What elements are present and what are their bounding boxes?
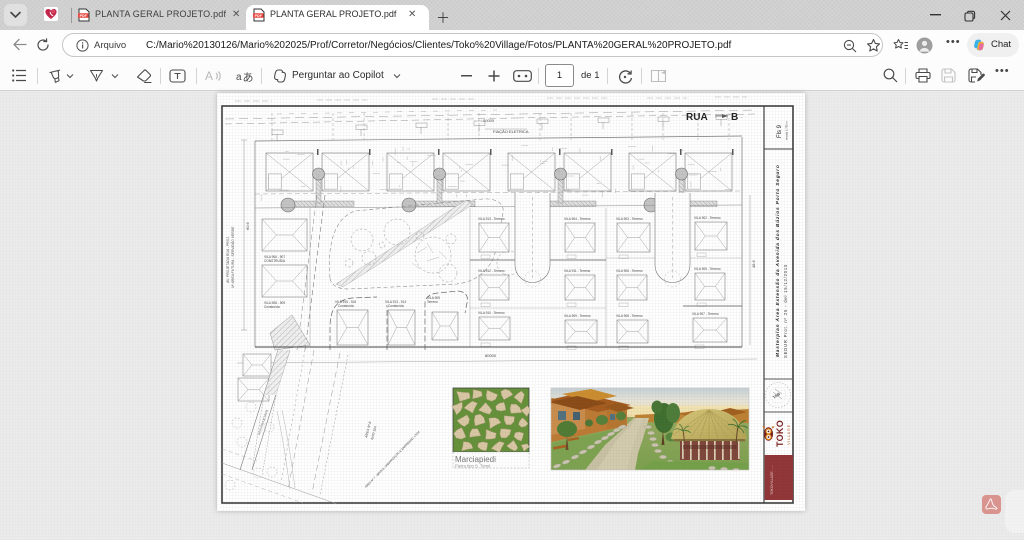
svg-text:SEDUR Prot. nº 25 - del 15/12/: SEDUR Prot. nº 25 - del 15/12/2010 [783, 264, 788, 358]
svg-text:A: A [205, 69, 213, 83]
svg-text:NATI S/A: NATI S/A [370, 425, 378, 440]
svg-text:CONSTRUÍDA: CONSTRUÍDA [264, 259, 286, 263]
svg-text:60.6: 60.6 [245, 221, 250, 230]
svg-text:VILA 907 - Terreno: VILA 907 - Terreno [692, 312, 719, 316]
svg-text:VILA 910 - Terreno: VILA 910 - Terreno [478, 311, 505, 315]
svg-text:Construída: Construída [338, 304, 354, 308]
svg-text:VILA 911 - Terreno: VILA 911 - Terreno [564, 269, 591, 273]
svg-text:escala 1:750 m: escala 1:750 m [785, 120, 789, 140]
svg-text:Nº ÁREA FUTURA - SERVIDÃO VERD: Nº ÁREA FUTURA - SERVIDÃO VERDE [230, 226, 235, 288]
svg-text:VILA 909 - Terreno: VILA 909 - Terreno [564, 314, 591, 318]
svg-text:Masterplan Área Extensão da Av: Masterplan Área Extensão da Avenida dos … [774, 164, 781, 357]
svg-text:RUA: RUA [686, 112, 708, 123]
svg-text:あ: あ [243, 71, 254, 83]
svg-text:VILA 913 - Terreno: VILA 913 - Terreno [478, 217, 505, 221]
svg-text:AV. PROJETADA RUA - PROJ.: AV. PROJETADA RUA - PROJ. [226, 236, 230, 284]
svg-text:VILA 912 - Terreno: VILA 912 - Terreno [478, 269, 505, 273]
svg-text:Fls 9: Fls 9 [777, 124, 783, 138]
svg-text:TOKO: TOKO [775, 420, 785, 447]
svg-text:Terreno: Terreno [427, 300, 438, 304]
svg-text:80000: 80000 [485, 353, 497, 358]
svg-text:TOKOVILLAGE - ...: TOKOVILLAGE - ... [770, 465, 774, 495]
svg-text:VILA 905 - Terreno: VILA 905 - Terreno [694, 267, 721, 271]
svg-text:a: a [236, 72, 242, 83]
svg-text:48.6: 48.6 [751, 259, 756, 268]
svg-text:Construída: Construída [264, 305, 280, 309]
svg-text:VILA 906 - Terreno: VILA 906 - Terreno [616, 269, 643, 273]
svg-text:VILA 903 - Terreno: VILA 903 - Terreno [616, 217, 643, 221]
svg-text:·: · [741, 115, 743, 121]
svg-text:Pietra tipo S. Tomé: Pietra tipo S. Tomé [455, 464, 491, 469]
svg-text:PDF: PDF [255, 14, 263, 18]
svg-text:Construída: Construída [388, 304, 404, 308]
svg-text:VILLAGE: VILLAGE [786, 424, 791, 445]
svg-text:VILA 908 - Terreno: VILA 908 - Terreno [616, 314, 643, 318]
svg-text:B: B [731, 112, 738, 123]
svg-text:PDF: PDF [80, 14, 88, 18]
svg-text:FIAÇÃO ELETRICA: FIAÇÃO ELETRICA [493, 129, 529, 134]
svg-text:VILA 902 - Terreno: VILA 902 - Terreno [694, 216, 721, 220]
svg-text:VILA 904 - Terreno: VILA 904 - Terreno [564, 217, 591, 221]
